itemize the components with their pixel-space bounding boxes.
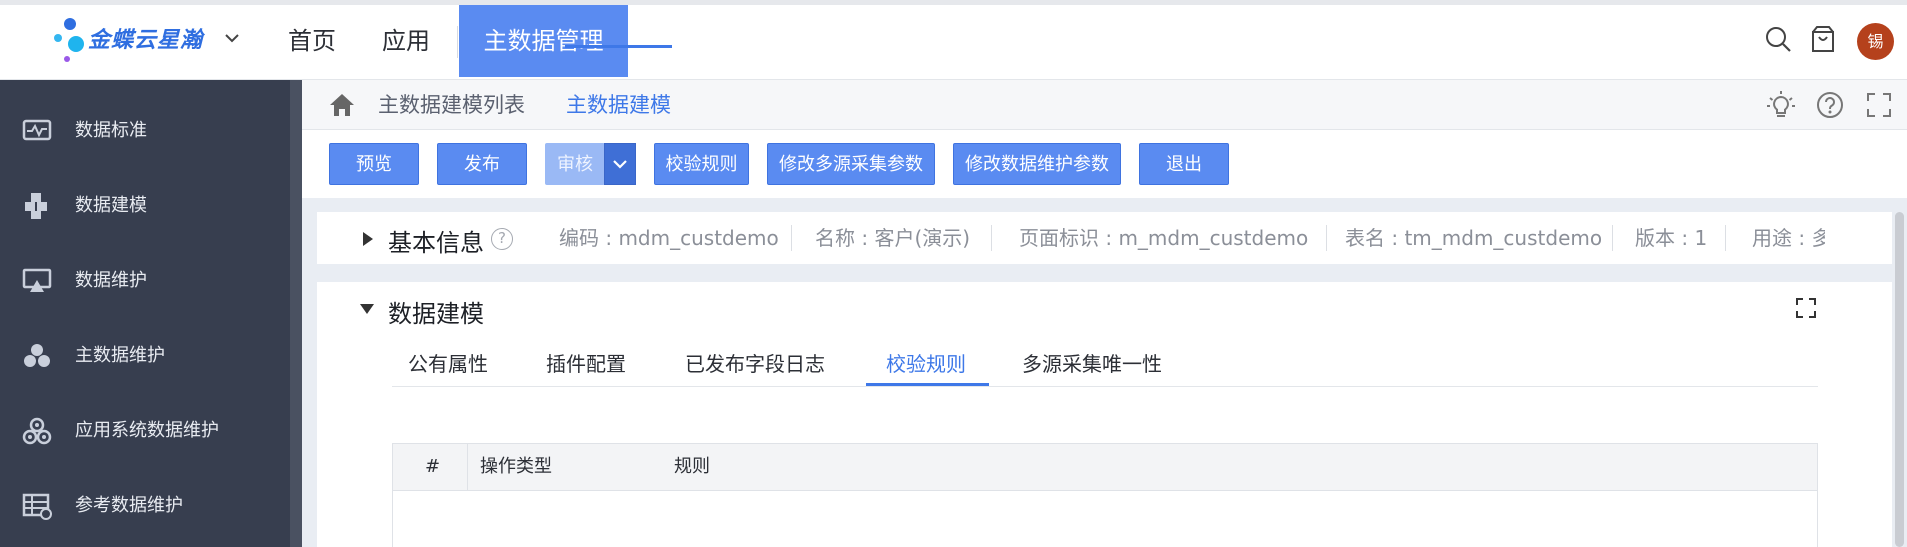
user-avatar[interactable]: 锡 — [1857, 23, 1894, 60]
tab-published-field-log[interactable]: 已发布字段日志 — [685, 348, 825, 377]
sidebar-item-label: 应用系统数据维护 — [75, 420, 219, 441]
column-divider — [467, 444, 468, 490]
info-table-name: 表名 : tm_mdm_custdemo — [1345, 226, 1603, 250]
info-divider — [1326, 225, 1327, 251]
info-divider — [991, 225, 992, 251]
help-icon[interactable]: ? — [491, 228, 513, 250]
blocks-icon — [25, 193, 47, 219]
monitor-icon — [22, 268, 52, 292]
brand-name[interactable]: 金蝶云星瀚 — [88, 22, 203, 54]
sidebar-item-data-modeling[interactable]: 数据建模 — [0, 168, 290, 243]
fullscreen-icon[interactable] — [1866, 92, 1892, 118]
sidebar-item-reference-data[interactable]: 参考数据维护 — [0, 468, 290, 543]
inbox-icon[interactable] — [1808, 24, 1838, 54]
scrollbar-thumb[interactable] — [1895, 212, 1904, 547]
info-version: 版本 : 1 — [1635, 226, 1708, 250]
breadcrumb-active-indicator — [565, 45, 672, 48]
info-usage: 用途 : 多 — [1752, 226, 1825, 250]
nav-master-data[interactable]: 主数据管理 — [459, 5, 628, 77]
col-operation-type[interactable]: 操作类型 — [480, 444, 552, 490]
sidebar-edge — [290, 80, 302, 547]
tab-public-attributes[interactable]: 公有属性 — [408, 348, 488, 377]
caret-right-icon[interactable] — [363, 232, 373, 246]
cluster-icon — [24, 344, 50, 367]
col-index[interactable]: # — [425, 444, 440, 490]
chart-monitor-icon — [22, 119, 52, 141]
top-header: 金蝶云星瀚 首页 应用 主数据管理 锡 — [0, 0, 1907, 80]
sidebar-item-label: 数据建模 — [75, 195, 147, 216]
info-divider — [791, 225, 792, 251]
breadcrumb-item-model[interactable]: 主数据建模 — [566, 80, 671, 130]
preview-button[interactable]: 预览 — [329, 143, 419, 185]
info-divider — [1612, 225, 1613, 251]
breadcrumb-item-model-list[interactable]: 主数据建模列表 — [378, 80, 525, 130]
table-icon — [22, 493, 52, 520]
nav-home[interactable]: 首页 — [272, 5, 352, 77]
review-dropdown-button[interactable] — [604, 143, 636, 185]
breadcrumb: 主数据建模列表 主数据建模 — [302, 80, 1907, 130]
gears-icon — [22, 417, 52, 445]
tab-multisource-uniqueness[interactable]: 多源采集唯一性 — [1022, 348, 1162, 377]
publish-button[interactable]: 发布 — [437, 143, 527, 185]
basic-info-title[interactable]: 基本信息 — [388, 223, 484, 258]
sidebar-item-label: 数据标准 — [75, 120, 147, 141]
sidebar-item-data-maintenance[interactable]: 数据维护 — [0, 243, 290, 318]
data-modeling-title[interactable]: 数据建模 — [388, 294, 484, 329]
rules-table-header: # 操作类型 规则 — [392, 443, 1818, 491]
info-divider — [1725, 225, 1726, 251]
basic-info-fields: 编码 : mdm_custdemo 名称 : 客户(演示) 页面标识 : m_m… — [545, 212, 1825, 264]
info-page-id: 页面标识 : m_mdm_custdemo — [1019, 226, 1309, 250]
sidebar-item-app-system-data[interactable]: 应用系统数据维护 — [0, 393, 290, 468]
validation-rules-button[interactable]: 校验规则 — [654, 143, 749, 185]
help-icon[interactable] — [1816, 91, 1844, 119]
info-code: 编码 : mdm_custdemo — [559, 226, 779, 250]
edit-maintenance-params-button[interactable]: 修改数据维护参数 — [953, 143, 1121, 185]
sidebar-item-label: 参考数据维护 — [75, 495, 183, 516]
chevron-down-icon — [613, 160, 627, 169]
rules-table-body — [392, 491, 1818, 547]
review-button[interactable]: 审核 — [545, 143, 605, 185]
sidebar-item-label: 主数据维护 — [75, 345, 165, 366]
lightbulb-icon[interactable] — [1766, 90, 1796, 120]
nav-apps[interactable]: 应用 — [366, 5, 446, 77]
expand-icon[interactable] — [1795, 297, 1817, 319]
edit-multisource-params-button[interactable]: 修改多源采集参数 — [767, 143, 935, 185]
exit-button[interactable]: 退出 — [1139, 143, 1229, 185]
nav-divider — [457, 26, 458, 58]
caret-down-icon[interactable] — [360, 304, 374, 314]
sidebar-item-data-standard[interactable]: 数据标准 — [0, 93, 290, 168]
chevron-down-icon[interactable] — [222, 28, 242, 48]
col-rule[interactable]: 规则 — [674, 444, 710, 490]
home-icon[interactable] — [328, 92, 356, 118]
tab-validation-rules[interactable]: 校验规则 — [886, 348, 966, 377]
sidebar-item-label: 数据维护 — [75, 270, 147, 291]
sidebar-item-master-data[interactable]: 主数据维护 — [0, 318, 290, 393]
search-icon[interactable] — [1763, 24, 1793, 54]
tab-active-indicator — [866, 383, 989, 386]
tab-divider — [392, 386, 1818, 387]
info-name: 名称 : 客户(演示) — [815, 226, 971, 250]
tab-plugin-config[interactable]: 插件配置 — [546, 348, 626, 377]
